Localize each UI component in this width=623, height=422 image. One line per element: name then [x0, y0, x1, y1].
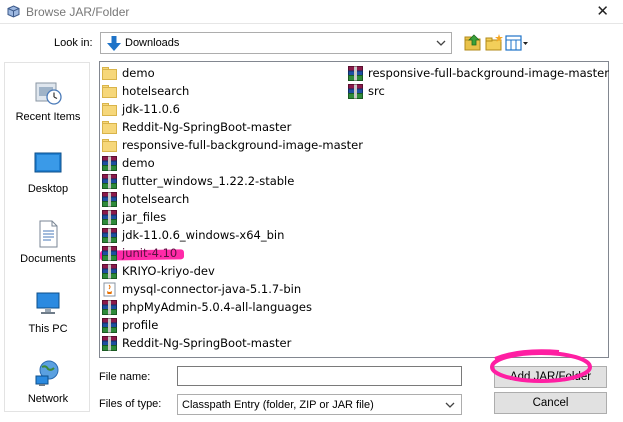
item-name: Reddit-Ng-SpringBoot-master [122, 336, 292, 350]
item-name: jar_files [122, 210, 167, 224]
item-name: KRIYO-kriyo-dev [122, 264, 215, 278]
folder-item[interactable]: Reddit-Ng-SpringBoot-master [102, 118, 363, 136]
look-in-dropdown[interactable]: Downloads [100, 32, 452, 54]
files-of-type-label: Files of type: [99, 398, 162, 410]
files-of-type-dropdown[interactable]: Classpath Entry (folder, ZIP or JAR file… [177, 394, 462, 415]
file-item[interactable]: Reddit-Ng-SpringBoot-master [102, 334, 363, 352]
file-item[interactable]: profile [102, 316, 363, 334]
file-item[interactable]: jdk-11.0.6_windows-x64_bin [102, 226, 363, 244]
archive-icon [102, 245, 117, 261]
place-label: This PC [28, 323, 68, 335]
item-name: responsive-full-background-image-master [122, 138, 363, 152]
up-folder-icon[interactable] [463, 33, 483, 53]
item-name: hotelsearch [122, 192, 190, 206]
window-title: Browse JAR/Folder [26, 5, 130, 19]
item-name: mysql-connector-java-5.1.7-bin [122, 282, 302, 296]
item-name: profile [122, 318, 159, 332]
place-recent-items[interactable]: Recent Items [5, 77, 91, 137]
download-arrow-icon [107, 36, 121, 51]
place-label: Network [27, 393, 69, 405]
file-item[interactable]: jar_files [102, 208, 363, 226]
place-label: Desktop [27, 183, 69, 195]
place-network[interactable]: Network [5, 359, 91, 419]
folder-item[interactable]: jdk-11.0.6 [102, 100, 363, 118]
file-item[interactable]: hotelsearch [102, 190, 363, 208]
chevron-down-icon [436, 40, 446, 46]
file-name-input[interactable] [177, 366, 462, 386]
archive-icon [102, 209, 117, 225]
documents-icon [39, 220, 58, 248]
archive-icon [102, 335, 117, 351]
close-icon[interactable]: ✕ [596, 2, 609, 20]
file-item[interactable]: KRIYO-kriyo-dev [102, 262, 363, 280]
this-pc-icon [36, 292, 60, 314]
folder-icon [102, 120, 117, 134]
file-list-column: demo hotelsearch jdk-11.0.6 Reddit-Ng-Sprin… [102, 64, 363, 352]
file-list[interactable]: demo hotelsearch jdk-11.0.6 Reddit-Ng-Sprin… [99, 61, 609, 358]
desktop-icon [34, 152, 62, 173]
place-this-pc[interactable]: This PC [5, 289, 91, 349]
places-sidebar: Recent Items Desktop Documents This PC N… [4, 62, 90, 412]
item-name: phpMyAdmin-5.0.4-all-languages [122, 300, 312, 314]
jar-file-icon [103, 282, 116, 296]
item-name: demo [122, 156, 155, 170]
title-bar: Browse JAR/Folder ✕ [0, 0, 623, 24]
place-desktop[interactable]: Desktop [5, 149, 91, 209]
file-item[interactable]: src [348, 82, 609, 100]
place-label: Documents [20, 253, 76, 265]
archive-icon [102, 317, 117, 333]
network-icon [35, 360, 59, 386]
archive-icon [102, 173, 117, 189]
folder-item[interactable]: demo [102, 64, 363, 82]
archive-icon [102, 155, 117, 171]
look-in-value: Downloads [125, 37, 180, 49]
item-name: jdk-11.0.6_windows-x64_bin [122, 228, 285, 242]
chevron-down-icon [445, 402, 455, 408]
file-name-label: File name: [99, 371, 151, 383]
new-folder-icon[interactable] [484, 33, 504, 53]
item-name: src [368, 84, 385, 98]
archive-icon [102, 191, 117, 207]
folder-item[interactable]: hotelsearch [102, 82, 363, 100]
file-item[interactable]: flutter_windows_1.22.2-stable [102, 172, 363, 190]
file-item[interactable]: demo [102, 154, 363, 172]
folder-icon [102, 84, 117, 98]
archive-icon [102, 227, 117, 243]
file-item[interactable]: mysql-connector-java-5.1.7-bin [102, 280, 363, 298]
folder-item[interactable]: responsive-full-background-image-master [102, 136, 363, 154]
look-in-label: Look in: [54, 37, 93, 49]
place-label: Recent Items [15, 111, 81, 123]
app-cube-icon [7, 5, 20, 18]
view-menu-icon[interactable] [505, 33, 529, 53]
archive-icon [348, 65, 363, 81]
folder-icon [102, 66, 117, 80]
file-item[interactable]: junit-4.10 [102, 244, 363, 262]
archive-icon [102, 299, 117, 315]
folder-icon [102, 102, 117, 116]
pink-circle-annotation [490, 349, 592, 383]
cancel-button[interactable]: Cancel [494, 392, 607, 414]
item-name: flutter_windows_1.22.2-stable [122, 174, 295, 188]
folder-icon [102, 138, 117, 152]
item-name: responsive-full-background-image-master [368, 66, 609, 80]
item-name: junit-4.10 [122, 246, 178, 260]
place-documents[interactable]: Documents [5, 219, 91, 279]
item-name: jdk-11.0.6 [122, 102, 180, 116]
item-name: Reddit-Ng-SpringBoot-master [122, 120, 292, 134]
files-of-type-value: Classpath Entry (folder, ZIP or JAR file… [182, 399, 374, 411]
archive-icon [102, 263, 117, 279]
file-list-column: responsive-full-background-image-master s… [348, 64, 609, 100]
recent-items-icon [35, 82, 62, 105]
file-item[interactable]: phpMyAdmin-5.0.4-all-languages [102, 298, 363, 316]
item-name: hotelsearch [122, 84, 190, 98]
archive-icon [348, 83, 363, 99]
file-item[interactable]: responsive-full-background-image-master [348, 64, 609, 82]
item-name: demo [122, 66, 155, 80]
